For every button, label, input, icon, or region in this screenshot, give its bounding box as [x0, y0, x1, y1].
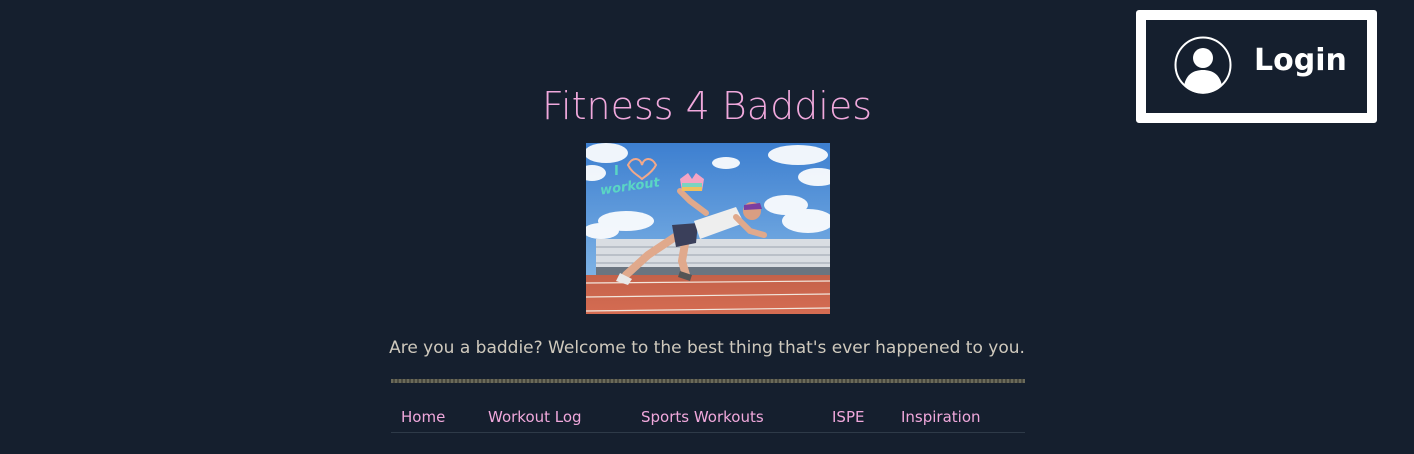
nav-item-workout-log[interactable]: Workout Log: [488, 405, 582, 429]
divider: [391, 379, 1025, 383]
nav-item-ispe[interactable]: ISPE: [832, 405, 864, 429]
hero-image: I workout: [586, 143, 830, 314]
sticker-text-i: I: [614, 164, 619, 179]
tagline: Are you a baddie? Welcome to the best th…: [389, 338, 1025, 358]
site-title: Fitness 4 Baddies: [541, 84, 873, 128]
nav-item-sports-workouts[interactable]: Sports Workouts: [641, 405, 764, 429]
nav-item-home[interactable]: Home: [401, 405, 445, 429]
nav-item-inspiration[interactable]: Inspiration: [901, 405, 981, 429]
main-nav: Home Workout Log Sports Workouts ISPE In…: [391, 405, 1025, 431]
nav-bottom-border: [391, 432, 1025, 433]
login-label: Login: [1254, 43, 1347, 78]
page: Login Fitness 4 Baddies I workout Are yo…: [0, 0, 1414, 454]
sprinter-photo: I workout: [586, 143, 830, 314]
